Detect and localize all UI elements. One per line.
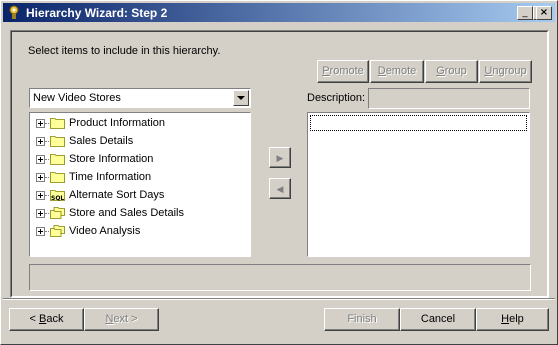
tree-item[interactable]: SQL Alternate Sort Days	[30, 187, 248, 205]
folder-icon	[50, 118, 65, 129]
folder-icon	[50, 154, 65, 165]
footer-divider	[3, 298, 555, 300]
description-field	[368, 88, 530, 109]
sql-badge: SQL	[51, 195, 65, 202]
chevron-down-icon[interactable]	[233, 90, 249, 106]
instructions-text: Select items to include in this hierarch…	[28, 45, 221, 57]
focus-row[interactable]	[310, 115, 527, 131]
tree-item[interactable]: Product Information	[30, 115, 248, 133]
remove-item-button[interactable]: ◀	[269, 178, 291, 199]
tree-item[interactable]: Time Information	[30, 169, 248, 187]
multi-folder-icon	[50, 225, 65, 237]
demote-button[interactable]: Demote	[370, 60, 424, 83]
hierarchy-wizard-window: Hierarchy Wizard: Step 2 _ □ × Select it…	[0, 0, 558, 345]
promote-button[interactable]: Promote	[317, 60, 369, 83]
description-label: Description:	[307, 92, 366, 104]
folder-icon	[50, 172, 65, 183]
finish-button[interactable]: Finish	[324, 308, 400, 331]
expand-plus-icon[interactable]	[36, 155, 45, 164]
expand-plus-icon[interactable]	[36, 119, 45, 128]
next-button[interactable]: Next >	[84, 308, 159, 331]
expand-plus-icon[interactable]	[36, 209, 45, 218]
hierarchy-tree[interactable]: Product Information Sales Details Store In…	[29, 112, 251, 257]
status-panel	[29, 264, 531, 291]
close-button[interactable]: ×	[536, 6, 552, 20]
tree-item-label: Video Analysis	[69, 225, 141, 237]
store-select[interactable]: New Video Stores	[29, 88, 251, 108]
back-button[interactable]: < Back	[9, 308, 84, 331]
wizard-app-icon	[9, 5, 19, 19]
tree-item-label: Alternate Sort Days	[69, 189, 165, 201]
tree-connector	[45, 159, 49, 160]
tree-item-label: Time Information	[69, 171, 152, 183]
tree-item[interactable]: Video Analysis	[30, 223, 248, 241]
tree-item-label: Store and Sales Details	[69, 207, 184, 219]
tree-connector	[45, 141, 49, 142]
multi-folder-icon	[50, 207, 65, 219]
tree-item[interactable]: Sales Details	[30, 133, 248, 151]
title-bar: Hierarchy Wizard: Step 2 _ □	[3, 3, 555, 22]
help-button[interactable]: Help	[476, 308, 549, 331]
group-button[interactable]: Group	[425, 60, 478, 83]
folder-icon	[50, 136, 65, 147]
expand-plus-icon[interactable]	[36, 191, 45, 200]
arrow-right-icon: ▶	[276, 153, 284, 163]
ungroup-button[interactable]: Ungroup	[479, 60, 532, 83]
cancel-button[interactable]: Cancel	[400, 308, 476, 331]
selected-items-list[interactable]	[307, 112, 530, 257]
tree-connector	[45, 195, 49, 196]
arrow-left-icon: ◀	[276, 184, 284, 194]
tree-connector	[45, 213, 49, 214]
tree-item-label: Product Information	[69, 117, 165, 129]
add-item-button[interactable]: ▶	[269, 147, 291, 168]
store-select-value: New Video Stores	[33, 92, 121, 104]
tree-connector	[45, 123, 49, 124]
expand-plus-icon[interactable]	[36, 227, 45, 236]
window-title: Hierarchy Wizard: Step 2	[26, 6, 168, 20]
expand-plus-icon[interactable]	[36, 137, 45, 146]
tree-connector	[45, 177, 49, 178]
minimize-button[interactable]: _	[517, 6, 533, 20]
tree-item[interactable]: Store Information	[30, 151, 248, 169]
tree-item-label: Sales Details	[69, 135, 134, 147]
tree-connector	[45, 231, 49, 232]
tree-item-label: Store Information	[69, 153, 154, 165]
expand-plus-icon[interactable]	[36, 173, 45, 182]
tree-item[interactable]: Store and Sales Details	[30, 205, 248, 223]
